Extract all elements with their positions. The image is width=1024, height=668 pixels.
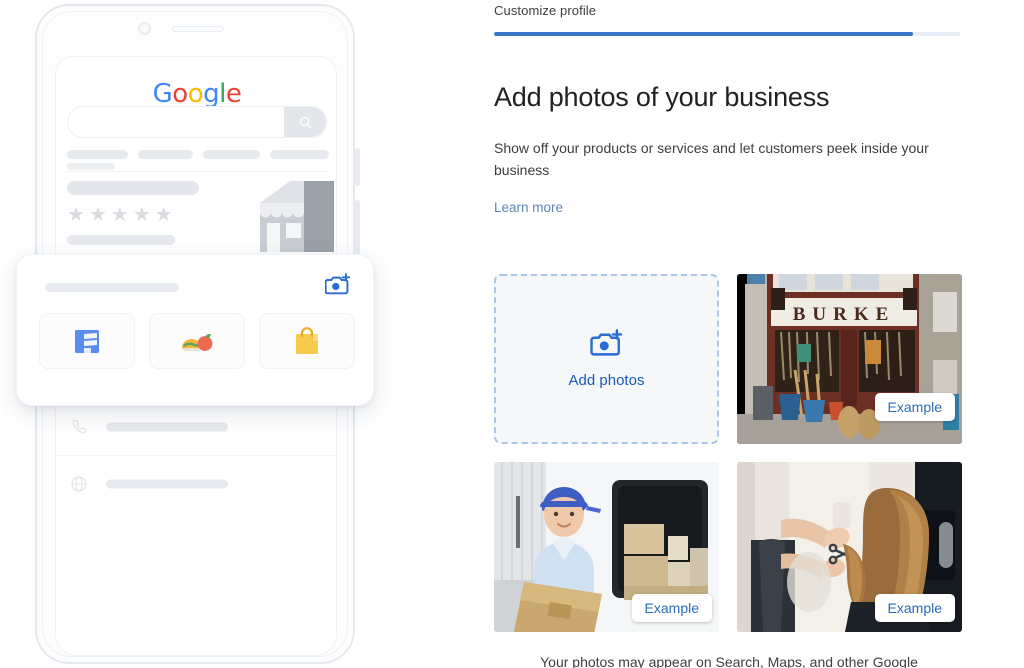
star-icon: ★ [110,204,129,226]
example-photo-storefront[interactable]: BURKE Example [737,274,962,444]
google-logo: Google [56,79,336,109]
example-badge: Example [631,594,712,622]
placeholder-chip [67,150,129,159]
shopping-bag-icon [296,327,318,354]
google-logo-letter: e [225,79,242,109]
learn-more-link[interactable]: Learn more [494,200,563,215]
page-description: Show off your products or services and l… [494,140,929,178]
placeholder-chip [138,150,193,159]
phone-number-row [56,399,336,455]
star-icon: ★ [132,204,151,226]
photo-categories-card[interactable] [16,254,374,406]
storefront-icon [75,330,99,353]
example-badge: Example [874,393,955,421]
photo-grid: Add photos BURKE Example Example Example [494,274,964,632]
phone-illustration-panel: Google ★ ★ ★ ★ ★ [0,0,470,668]
phone-side-button [355,148,360,186]
search-icon [299,116,311,128]
google-logo-letter: G [152,79,173,109]
phone-speaker-icon [172,26,224,32]
phone-front-camera-icon [138,22,151,35]
page-title: Add photos of your business [494,82,830,112]
add-photos-label: Add photos [568,372,645,389]
example-photo-delivery[interactable]: Example [494,462,719,632]
placeholder-chip [269,150,329,159]
example-badge: Example [874,594,955,622]
photo-category-tiles [39,313,355,369]
storefront-illustration-icon [260,181,334,252]
placeholder-business-name [67,181,199,195]
divider [67,171,329,172]
phone-website-row [56,456,336,512]
placeholder-stub [67,163,115,170]
placeholder-text-bar [106,479,228,489]
add-photo-camera-button[interactable] [324,273,351,302]
photos-footnote: Your photos may appear on Search, Maps, … [540,654,918,668]
placeholder-business-subtitle [67,235,175,245]
phone-filter-chips [67,150,329,159]
google-logo-letter: l [219,79,226,109]
google-logo-letter: o [172,79,188,109]
camera-plus-icon [324,273,351,295]
wizard-progress-fill [494,32,914,36]
globe-icon [71,476,87,492]
camera-plus-icon [589,329,622,356]
star-icon: ★ [88,204,107,226]
customize-profile-screen: Google ★ ★ ★ ★ ★ Customize profile Add p… [0,0,1024,668]
category-tile-shopping-bag[interactable] [259,313,355,369]
category-tile-food[interactable] [149,313,245,369]
google-logo-letter: o [187,79,204,109]
star-icon: ★ [154,204,173,226]
google-logo-letter: g [203,79,220,109]
example-photo-salon[interactable]: Example [737,462,962,632]
content-header: Customize profile Add photos of your bus… [494,0,964,217]
placeholder-text-bar [106,422,228,432]
content-panel: Customize profile Add photos of your bus… [470,0,1024,668]
add-photos-dropzone[interactable]: Add photos [494,274,719,444]
phone-icon [72,419,87,434]
category-tile-storefront[interactable] [39,313,135,369]
rating-stars: ★ ★ ★ ★ ★ [67,205,173,225]
wizard-step-label: Customize profile [494,3,597,18]
phone-search-input [67,106,327,138]
food-icon [182,334,213,351]
placeholder-chip [202,150,260,159]
phone-search-button [284,107,326,137]
placeholder-text-bar [45,283,179,292]
wizard-progress-bar [494,32,960,36]
phone-volume-up-button [355,200,360,262]
svg-text:BURKE: BURKE [793,304,896,325]
star-icon: ★ [67,204,85,226]
